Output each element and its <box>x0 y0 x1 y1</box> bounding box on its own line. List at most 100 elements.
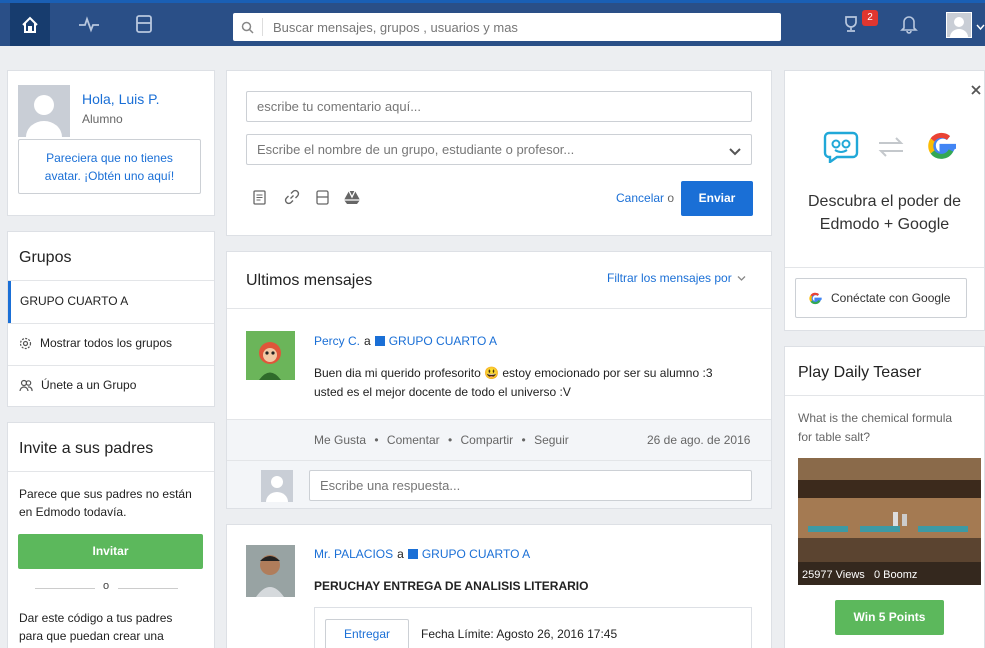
group-square-icon <box>407 549 418 559</box>
teaser-boomz: 0 Boomz <box>874 569 918 581</box>
show-all-groups-label: Mostrar todos los grupos <box>40 336 173 350</box>
post-header: Mr. PALACIOS a GRUPO CUARTO A <box>314 547 530 561</box>
get-avatar-link[interactable]: Pareciera que no tienes avatar. ¡Obtén u… <box>18 139 201 194</box>
search-input[interactable] <box>263 19 763 35</box>
home-icon[interactable] <box>10 3 50 46</box>
post-to: a <box>397 547 404 561</box>
win-points-button[interactable]: Win 5 Points <box>835 600 944 635</box>
divider <box>118 588 178 589</box>
groups-title: Grupos <box>19 249 72 266</box>
post-body: Buen dia mi querido profesorito 😃 estoy … <box>314 364 713 402</box>
invite-button[interactable]: Invitar <box>18 534 203 569</box>
author-avatar[interactable] <box>246 545 295 597</box>
close-icon[interactable] <box>971 83 981 98</box>
groups-card: Grupos GRUPO CUARTO A Mostrar todos los … <box>7 231 215 407</box>
author-avatar[interactable] <box>246 331 295 380</box>
connect-google-label: Conéctate con Google <box>831 291 951 305</box>
link-icon[interactable] <box>284 189 300 208</box>
post-group[interactable]: GRUPO CUARTO A <box>422 547 530 561</box>
invite-text: Parece que sus padres no están en Edmodo… <box>19 485 192 521</box>
post-body-line2: usted es el mejor docente de todo el uni… <box>314 385 571 399</box>
user-avatar[interactable] <box>946 12 972 38</box>
share-link[interactable]: Compartir <box>461 433 514 447</box>
filter-label: Filtrar los mensajes por <box>607 271 732 285</box>
teaser-question-line1: What is the chemical formula <box>798 411 953 425</box>
avatar-link-line2: avatar. ¡Obtén uno aquí! <box>44 169 175 183</box>
search-icon <box>233 18 263 36</box>
note-icon[interactable] <box>253 190 266 208</box>
post-date: 26 de ago. de 2016 <box>647 433 751 447</box>
teaser-title: Play Daily Teaser <box>798 364 922 381</box>
send-button[interactable]: Enviar <box>681 181 753 216</box>
cancel-label: Cancelar <box>616 191 665 205</box>
google-promo-card: Descubra el poder de Edmodo + Google Con… <box>784 70 985 331</box>
google-logo-icon <box>925 129 959 166</box>
invite-title: Invite a sus padres <box>19 440 154 457</box>
swap-arrows-icon <box>877 135 905 162</box>
bell-icon[interactable] <box>896 11 922 37</box>
assignment-box: Entregar Fecha Límite: Agosto 26, 2016 1… <box>314 607 752 648</box>
recipient-placeholder: Escribe el nombre de un grupo, estudiant… <box>257 142 575 157</box>
like-link[interactable]: Me Gusta <box>314 433 366 447</box>
planner-icon[interactable] <box>131 11 157 37</box>
group-square-icon <box>374 336 385 346</box>
edmodo-logo-icon <box>823 131 859 166</box>
search-bar[interactable] <box>233 13 781 41</box>
join-group-link[interactable]: Únete a un Grupo <box>19 378 136 392</box>
filter-messages-dropdown[interactable]: Filtrar los mensajes por <box>607 271 746 285</box>
connect-google-button[interactable]: Conéctate con Google <box>795 278 967 318</box>
divider-or: o <box>103 580 110 592</box>
activity-icon[interactable] <box>76 11 102 37</box>
top-nav-bar: 2 <box>0 0 985 46</box>
comment-link[interactable]: Comentar <box>387 433 440 447</box>
feed-post-2: Mr. PALACIOS a GRUPO CUARTO A PERUCHAY E… <box>226 524 772 648</box>
separator: • <box>374 433 379 447</box>
show-all-groups-link[interactable]: Mostrar todos los grupos <box>19 336 172 350</box>
group-item-cuarto-a[interactable]: GRUPO CUARTO A <box>8 281 214 323</box>
daily-teaser-card: Play Daily Teaser What is the chemical f… <box>784 346 985 648</box>
feed-post-1: Ultimos mensajes Filtrar los mensajes po… <box>226 251 772 509</box>
invite-parents-card: Invite a sus padres Parece que sus padre… <box>7 422 215 648</box>
promo-headline: Descubra el poder de Edmodo + Google <box>785 190 984 236</box>
planner-icon[interactable] <box>316 190 329 208</box>
teaser-question: What is the chemical formula for table s… <box>798 409 952 447</box>
post-footer: Me Gusta • Comentar • Compartir • Seguir… <box>227 419 771 508</box>
reply-input[interactable]: Escribe una respuesta... <box>309 470 752 501</box>
submit-button[interactable]: Entregar <box>325 619 409 648</box>
cancel-link[interactable]: Cancelar o <box>616 191 674 205</box>
avatar-link-line1: Pareciera que no tienes <box>46 151 173 165</box>
promo-headline-line1: Descubra el poder de <box>808 193 961 210</box>
profile-role: Alumno <box>82 112 123 126</box>
invite-text-line2: en Edmodo todavía. <box>19 505 127 519</box>
profile-card: Hola, Luis P. Alumno Pareciera que no ti… <box>7 70 215 216</box>
chevron-down-icon[interactable] <box>976 19 985 34</box>
chevron-down-icon[interactable] <box>729 144 741 159</box>
profile-greeting[interactable]: Hola, Luis P. <box>82 91 160 107</box>
reply-avatar <box>261 470 293 502</box>
notification-badge: 2 <box>862 10 878 26</box>
cancel-or: o <box>667 191 675 205</box>
follow-link[interactable]: Seguir <box>534 433 569 447</box>
profile-avatar[interactable] <box>18 85 70 137</box>
divider <box>35 588 95 589</box>
join-group-label: Únete a un Grupo <box>41 378 137 392</box>
deadline-text: Fecha Límite: Agosto 26, 2016 17:45 <box>421 627 618 641</box>
promo-headline-line2: Edmodo + Google <box>819 216 950 233</box>
recipient-input[interactable]: Escribe el nombre de un grupo, estudiant… <box>246 134 752 165</box>
drive-icon[interactable] <box>343 190 361 208</box>
post-author[interactable]: Mr. PALACIOS <box>314 547 393 561</box>
teaser-image[interactable]: 25977 Views 0 Boomz <box>798 458 981 585</box>
google-g-icon <box>809 292 822 304</box>
invite-code-line1: Dar este código a tus padres <box>19 611 173 625</box>
post-body-line1: Buen dia mi querido profesorito 😃 estoy … <box>314 366 713 380</box>
post-author[interactable]: Percy C. <box>314 334 360 348</box>
assignment-title[interactable]: PERUCHAY ENTREGA DE ANALISIS LITERARIO <box>314 579 588 593</box>
separator: • <box>447 433 453 447</box>
post-group[interactable]: GRUPO CUARTO A <box>389 334 497 348</box>
post-to: a <box>364 334 371 348</box>
gear-icon <box>19 337 32 349</box>
trophy-icon[interactable] <box>838 11 864 37</box>
comment-input[interactable]: escribe tu comentario aquí... <box>246 91 752 122</box>
teaser-views: 25977 Views <box>802 569 865 581</box>
post-composer: escribe tu comentario aquí... Escribe el… <box>226 70 772 236</box>
